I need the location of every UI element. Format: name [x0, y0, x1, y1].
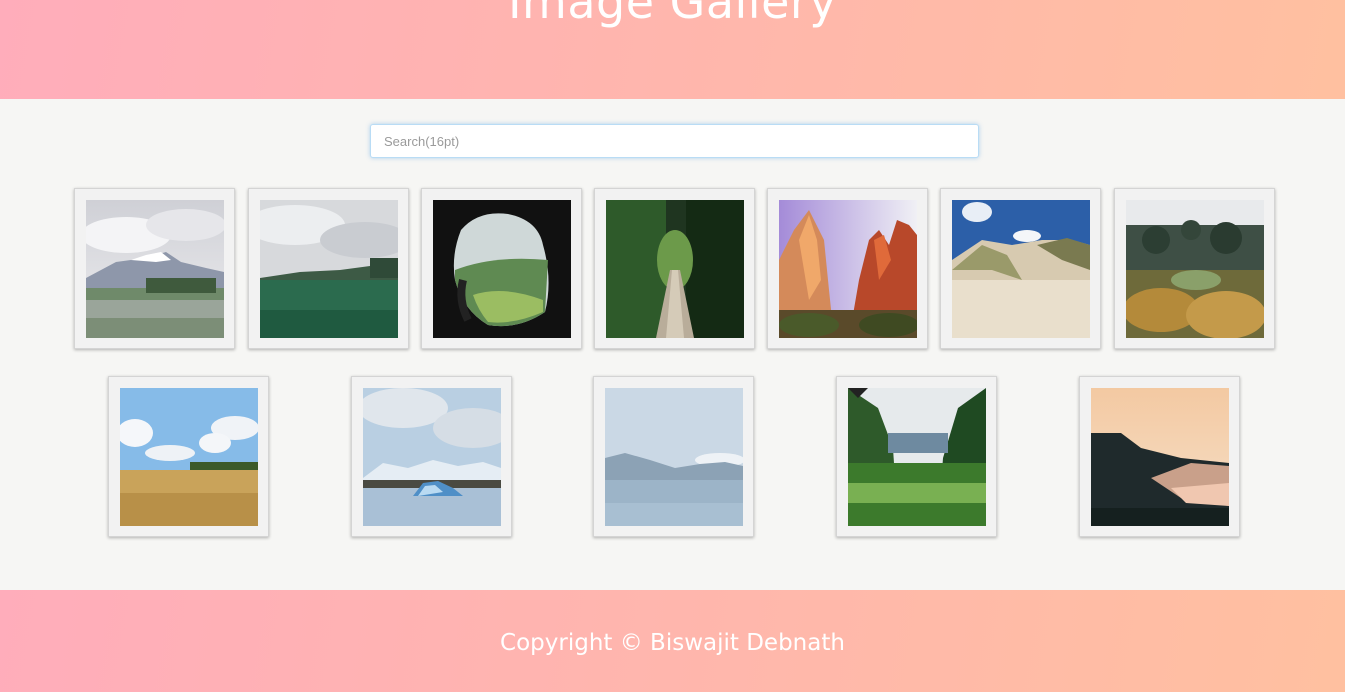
gallery-item[interactable]: [940, 188, 1101, 349]
gallery-item[interactable]: [1079, 376, 1240, 537]
coastal-sunset-image[interactable]: [1091, 388, 1229, 526]
page-title: Image Gallery: [507, 0, 838, 29]
copyright-text: Copyright © Biswajit Debnath: [500, 630, 845, 656]
cave-view-image[interactable]: [433, 200, 571, 338]
gallery-item[interactable]: [108, 376, 269, 537]
gallery-item[interactable]: [593, 376, 754, 537]
red-canyon-image[interactable]: [779, 200, 917, 338]
gallery-item[interactable]: [767, 188, 928, 349]
search-input[interactable]: [370, 124, 979, 158]
iceberg-lake-image[interactable]: [363, 388, 501, 526]
green-field-image[interactable]: [260, 200, 398, 338]
sand-dunes-image[interactable]: [952, 200, 1090, 338]
gallery-item[interactable]: [836, 376, 997, 537]
page-header: Image Gallery: [0, 0, 1345, 99]
wild-garden-image[interactable]: [1126, 200, 1264, 338]
gallery-item[interactable]: [248, 188, 409, 349]
page-footer: Copyright © Biswajit Debnath: [0, 590, 1345, 692]
forest-path-image[interactable]: [606, 200, 744, 338]
gallery-item[interactable]: [1114, 188, 1275, 349]
jungle-river-image[interactable]: [848, 388, 986, 526]
gallery-item[interactable]: [421, 188, 582, 349]
wheat-field-image[interactable]: [120, 388, 258, 526]
gallery-item[interactable]: [351, 376, 512, 537]
calm-lake-image[interactable]: [605, 388, 743, 526]
gallery-item[interactable]: [594, 188, 755, 349]
mountain-meadow-image[interactable]: [86, 200, 224, 338]
gallery-item[interactable]: [74, 188, 235, 349]
